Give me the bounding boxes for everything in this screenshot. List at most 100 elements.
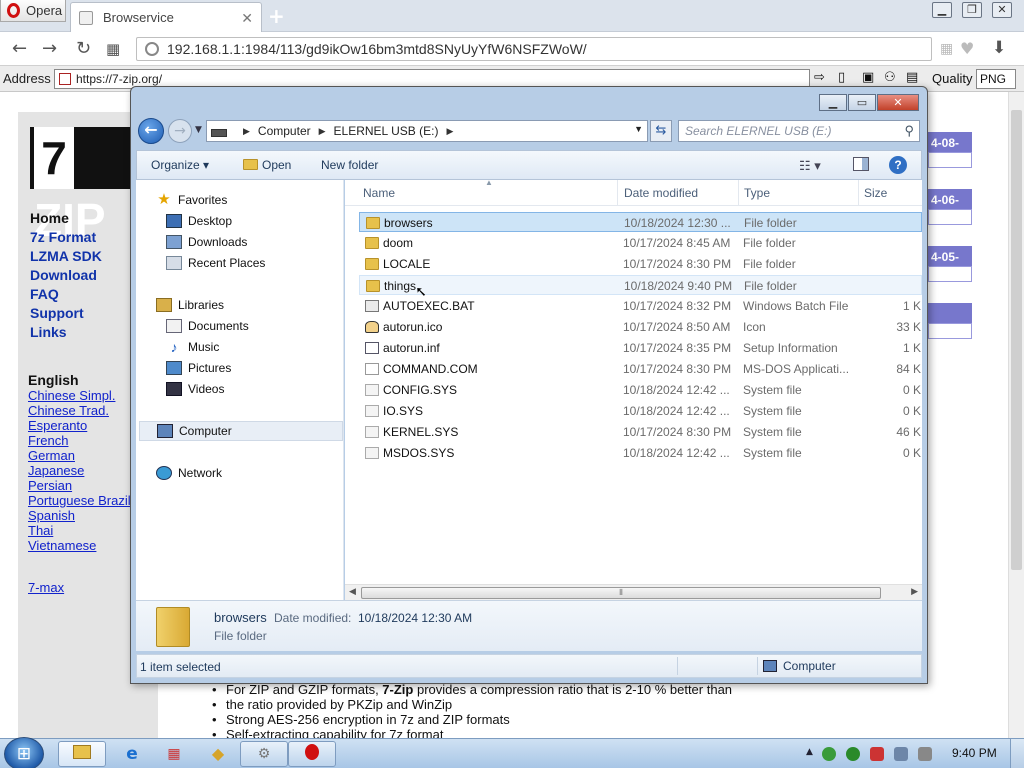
refresh-icon[interactable]: ⇆ <box>650 120 672 142</box>
start-button[interactable]: ⊞ <box>4 737 44 768</box>
forward-arrow-icon[interactable]: → <box>42 38 57 59</box>
file-row[interactable]: IO.SYS 10/18/2024 12:42 ... System file 0 K <box>359 401 922 421</box>
nav-computer[interactable]: Computer <box>139 421 343 441</box>
menu-download[interactable]: Download <box>30 267 102 286</box>
preview-pane-icon[interactable] <box>853 157 869 171</box>
close-window-button[interactable]: ✕ <box>992 2 1012 18</box>
nav-pictures[interactable]: Pictures <box>166 358 231 378</box>
search-icon[interactable]: ⚲ <box>904 121 914 141</box>
sevenmax-link[interactable]: 7-max <box>28 580 64 595</box>
column-size[interactable]: Size <box>864 186 887 200</box>
explorer-maximize-button[interactable]: ▭ <box>848 94 876 111</box>
lang-link[interactable]: Thai <box>28 523 131 538</box>
explorer-minimize-button[interactable]: ▁ <box>819 94 847 111</box>
nav-network[interactable]: Network <box>156 463 222 483</box>
clipboard-icon[interactable]: ▤ <box>906 70 918 85</box>
print-icon[interactable]: ▣ <box>862 70 874 85</box>
lang-link[interactable]: Chinese Trad. <box>28 403 131 418</box>
restore-button[interactable]: ❐ <box>962 2 982 18</box>
file-row[interactable]: MSDOS.SYS 10/18/2024 12:42 ... System file… <box>359 443 922 463</box>
file-row[interactable]: CONFIG.SYS 10/18/2024 12:42 ... System fil… <box>359 380 922 400</box>
menu-lzma-sdk[interactable]: LZMA SDK <box>30 248 102 267</box>
nav-documents[interactable]: Documents <box>166 316 249 336</box>
column-divider[interactable] <box>858 180 859 206</box>
taskbar-app-button[interactable]: ▦ <box>150 741 198 767</box>
lang-link[interactable]: French <box>28 433 131 448</box>
horizontal-scrollbar[interactable]: ◀ ⦀ ▶ <box>345 584 922 601</box>
back-arrow-icon[interactable]: ← <box>12 38 27 59</box>
nav-libraries[interactable]: Libraries <box>156 295 224 315</box>
file-row[interactable]: doom 10/17/2024 8:45 AM File folder <box>359 233 922 253</box>
lang-link[interactable]: Vietnamese <box>28 538 131 553</box>
scroll-right-icon[interactable]: ▶ <box>911 586 918 597</box>
nav-favorites[interactable]: ★ Favorites <box>156 190 227 210</box>
change-view-icon[interactable]: ☷ ▾ <box>799 158 821 174</box>
tray-update-icon[interactable] <box>870 747 884 761</box>
find-binoculars-icon[interactable]: ⚇ <box>884 70 896 85</box>
minimize-button[interactable]: ▁ <box>932 2 952 18</box>
go-arrow-icon[interactable]: ⇨ <box>814 70 825 85</box>
file-row[interactable]: AUTOEXEC.BAT 10/17/2024 8:32 PM Windows Ba… <box>359 296 922 316</box>
breadcrumb-drive[interactable]: ELERNEL USB (E:) <box>334 124 439 138</box>
reload-icon[interactable]: ↻ <box>76 38 91 59</box>
column-name[interactable]: Name <box>363 186 395 200</box>
heart-bookmark-icon[interactable]: ♥ <box>960 39 974 58</box>
file-row[interactable]: KERNEL.SYS 10/17/2024 8:30 PM System file 4… <box>359 422 922 442</box>
open-button[interactable]: Open <box>243 158 291 172</box>
taskbar-ie-button[interactable]: e <box>108 741 156 767</box>
explorer-forward-icon[interactable]: → <box>168 119 192 143</box>
nav-downloads[interactable]: Downloads <box>166 232 247 252</box>
file-row[interactable]: autorun.inf 10/17/2024 8:35 PM Setup Infor… <box>359 338 922 358</box>
lang-link[interactable]: Japanese <box>28 463 131 478</box>
quality-select[interactable]: PNG <box>976 69 1016 89</box>
menu-support[interactable]: Support <box>30 305 102 324</box>
breadcrumb-chevron-icon[interactable]: ▶ <box>319 126 326 137</box>
file-row[interactable]: things 10/18/2024 9:40 PM File folder <box>359 275 922 295</box>
horizontal-scroll-thumb[interactable]: ⦀ <box>361 587 881 599</box>
opera-menu-button[interactable]: Opera <box>0 0 66 22</box>
snapshot-grid-icon[interactable]: ▦ <box>940 41 953 57</box>
breadcrumb-chevron-icon[interactable]: ▶ <box>446 126 453 137</box>
page-scroll-thumb[interactable] <box>1011 110 1022 570</box>
show-desktop-button[interactable] <box>1010 739 1024 768</box>
help-icon[interactable]: ? <box>889 156 907 174</box>
organize-button[interactable]: Organize ▾ <box>151 158 209 172</box>
menu-home[interactable]: Home <box>30 210 102 229</box>
taskbar-explorer-button[interactable] <box>58 741 106 767</box>
tray-volume-muted-icon[interactable] <box>918 747 932 761</box>
scroll-left-icon[interactable]: ◀ <box>349 586 356 597</box>
menu-links[interactable]: Links <box>30 324 102 343</box>
breadcrumb-chevron-icon[interactable]: ▶ <box>243 126 250 137</box>
menu-faq[interactable]: FAQ <box>30 286 102 305</box>
explorer-back-icon[interactable]: ← <box>138 118 164 144</box>
explorer-close-button[interactable]: ✕ <box>877 94 919 111</box>
taskbar-app-button[interactable]: ⚙ <box>240 741 288 767</box>
file-row[interactable]: browsers 10/18/2024 12:30 ... File folder <box>359 212 922 232</box>
address-history-dropdown-icon[interactable]: ▼ <box>634 124 643 134</box>
recent-pages-dropdown-icon[interactable]: ▼ <box>195 125 202 135</box>
lang-link[interactable]: Persian <box>28 478 131 493</box>
column-type[interactable]: Type <box>744 186 770 200</box>
lang-link[interactable]: Chinese Simpl. <box>28 388 131 403</box>
file-row[interactable]: LOCALE 10/17/2024 8:30 PM File folder <box>359 254 922 274</box>
lang-link[interactable]: Spanish <box>28 508 131 523</box>
tab-close-icon[interactable]: ✕ <box>241 10 253 27</box>
tray-security-icon[interactable] <box>822 747 836 761</box>
nav-recent-places[interactable]: Recent Places <box>166 253 265 273</box>
tab-browservice[interactable]: Browservice ✕ <box>70 2 262 32</box>
search-input[interactable]: Search ELERNEL USB (E:) ⚲ <box>678 120 920 142</box>
column-divider[interactable] <box>738 180 739 206</box>
taskbar-clock[interactable]: 9:40 PM <box>952 746 997 760</box>
menu-7z-format[interactable]: 7z Format <box>30 229 102 248</box>
taskbar-opera-button[interactable] <box>288 741 336 767</box>
download-circle-icon[interactable]: ⬇ <box>992 38 1006 58</box>
lang-link[interactable]: Esperanto <box>28 418 131 433</box>
page-scrollbar[interactable] <box>1008 92 1024 738</box>
nav-videos[interactable]: Videos <box>166 379 224 399</box>
document-icon[interactable]: ▯ <box>838 70 845 85</box>
file-row[interactable]: COMMAND.COM 10/17/2024 8:30 PM MS-DOS Appl… <box>359 359 922 379</box>
taskbar-app-button[interactable]: ◆ <box>194 741 242 767</box>
column-date-modified[interactable]: Date modified <box>624 186 698 200</box>
url-field[interactable]: 192.168.1.1:1984/113/gd9ikOw16bm3mtd8SNy… <box>136 37 932 61</box>
column-divider[interactable] <box>617 180 618 206</box>
